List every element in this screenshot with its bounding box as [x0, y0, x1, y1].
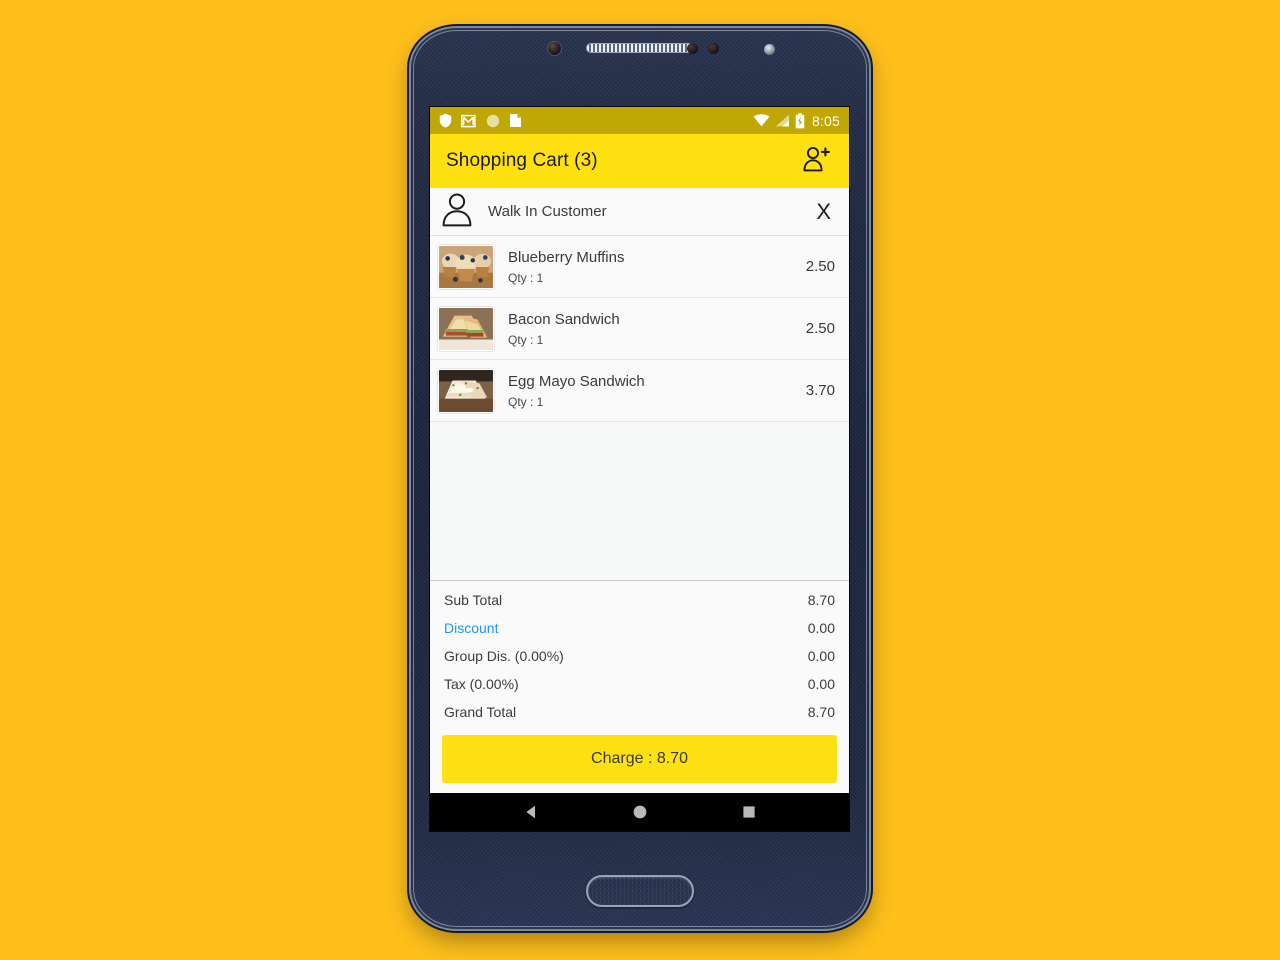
app-bar: Shopping Cart (3): [430, 134, 849, 188]
customer-row[interactable]: Walk In Customer X: [430, 188, 849, 236]
total-value: 8.70: [807, 704, 835, 720]
status-bar-left-icons: [439, 113, 522, 128]
total-label: Group Dis. (0.00%): [444, 648, 564, 664]
total-value: 0.00: [807, 620, 835, 636]
total-row-discount[interactable]: Discount 0.00: [444, 614, 835, 642]
notification-led: [764, 44, 775, 55]
status-bar-clock: 8:05: [811, 112, 840, 129]
charge-button[interactable]: Charge : 8.70: [442, 735, 837, 783]
total-value: 8.70: [807, 592, 835, 608]
battery-charging-icon: [795, 112, 805, 129]
totals-section: Sub Total 8.70 Discount 0.00 Group Dis. …: [430, 581, 849, 729]
cart-item[interactable]: Bacon Sandwich Qty : 1 2.50: [430, 298, 849, 360]
cart-item-text: Bacon Sandwich Qty : 1: [508, 312, 620, 346]
signal-icon: [775, 114, 790, 127]
bag-icon: [509, 113, 522, 128]
status-bar: 8:05: [430, 107, 849, 134]
total-row-grand-total: Grand Total 8.70: [444, 698, 835, 726]
blueberry-muffins-photo: [438, 244, 494, 289]
person-icon: [440, 191, 474, 232]
shield-icon: [439, 113, 452, 128]
discount-link[interactable]: Discount: [444, 620, 498, 636]
total-label: Sub Total: [444, 592, 503, 608]
cart-item-text: Blueberry Muffins Qty : 1: [508, 250, 624, 284]
cart-item[interactable]: Egg Mayo Sandwich Qty : 1 3.70: [430, 360, 849, 422]
back-button[interactable]: [522, 803, 540, 821]
recents-button[interactable]: [740, 803, 758, 821]
cart-item-price: 3.70: [805, 382, 835, 399]
back-icon: [525, 805, 535, 819]
cart-item-name: Bacon Sandwich: [508, 310, 620, 328]
customer-name: Walk In Customer: [488, 203, 607, 220]
bacon-sandwich-photo: [438, 306, 494, 351]
light-sensor: [708, 43, 719, 54]
status-bar-right-icons: 8:05: [753, 113, 840, 129]
home-button[interactable]: [586, 875, 694, 907]
cart-item-text: Egg Mayo Sandwich Qty : 1: [508, 374, 645, 408]
total-value: 0.00: [807, 676, 835, 692]
cart-item-name: Blueberry Muffins: [508, 248, 625, 266]
add-customer-icon: [801, 145, 831, 178]
cart-item-qty: Qty : 1: [508, 270, 544, 285]
home-icon: [633, 805, 646, 819]
phone-device: 8:05 Shopping Cart (3) Walk In Customer …: [411, 28, 869, 929]
total-value: 0.00: [807, 648, 835, 664]
cart-item-list[interactable]: Blueberry Muffins Qty : 1 2.50 Bacon San…: [430, 236, 849, 581]
front-camera: [548, 42, 561, 55]
remove-customer-button[interactable]: X: [812, 199, 835, 225]
total-row-group-discount: Group Dis. (0.00%) 0.00: [444, 642, 835, 670]
total-label: Grand Total: [444, 704, 517, 720]
cart-item-name: Egg Mayo Sandwich: [508, 372, 645, 390]
phone-screen: 8:05 Shopping Cart (3) Walk In Customer …: [430, 107, 849, 831]
page-title: Shopping Cart (3): [446, 150, 598, 171]
egg-mayo-sandwich-photo: [438, 368, 494, 413]
charge-button-container: Charge : 8.70: [430, 729, 849, 793]
recents-icon: [742, 806, 755, 818]
cart-item[interactable]: Blueberry Muffins Qty : 1 2.50: [430, 236, 849, 298]
gmail-icon: [461, 114, 477, 128]
cart-item-price: 2.50: [805, 258, 835, 275]
add-customer-button[interactable]: [797, 142, 835, 180]
earpiece-speaker: [586, 43, 694, 53]
cart-item-qty: Qty : 1: [508, 332, 544, 347]
total-row-sub-total: Sub Total 8.70: [444, 586, 835, 614]
cart-item-qty: Qty : 1: [508, 394, 544, 409]
cart-item-price: 2.50: [805, 320, 835, 337]
circle-icon: [486, 114, 500, 128]
proximity-sensor: [687, 43, 698, 54]
android-nav-bar: [430, 793, 849, 831]
total-label: Tax (0.00%): [444, 676, 519, 692]
total-row-tax: Tax (0.00%) 0.00: [444, 670, 835, 698]
wifi-icon: [753, 114, 770, 127]
home-button-soft[interactable]: [631, 803, 649, 821]
